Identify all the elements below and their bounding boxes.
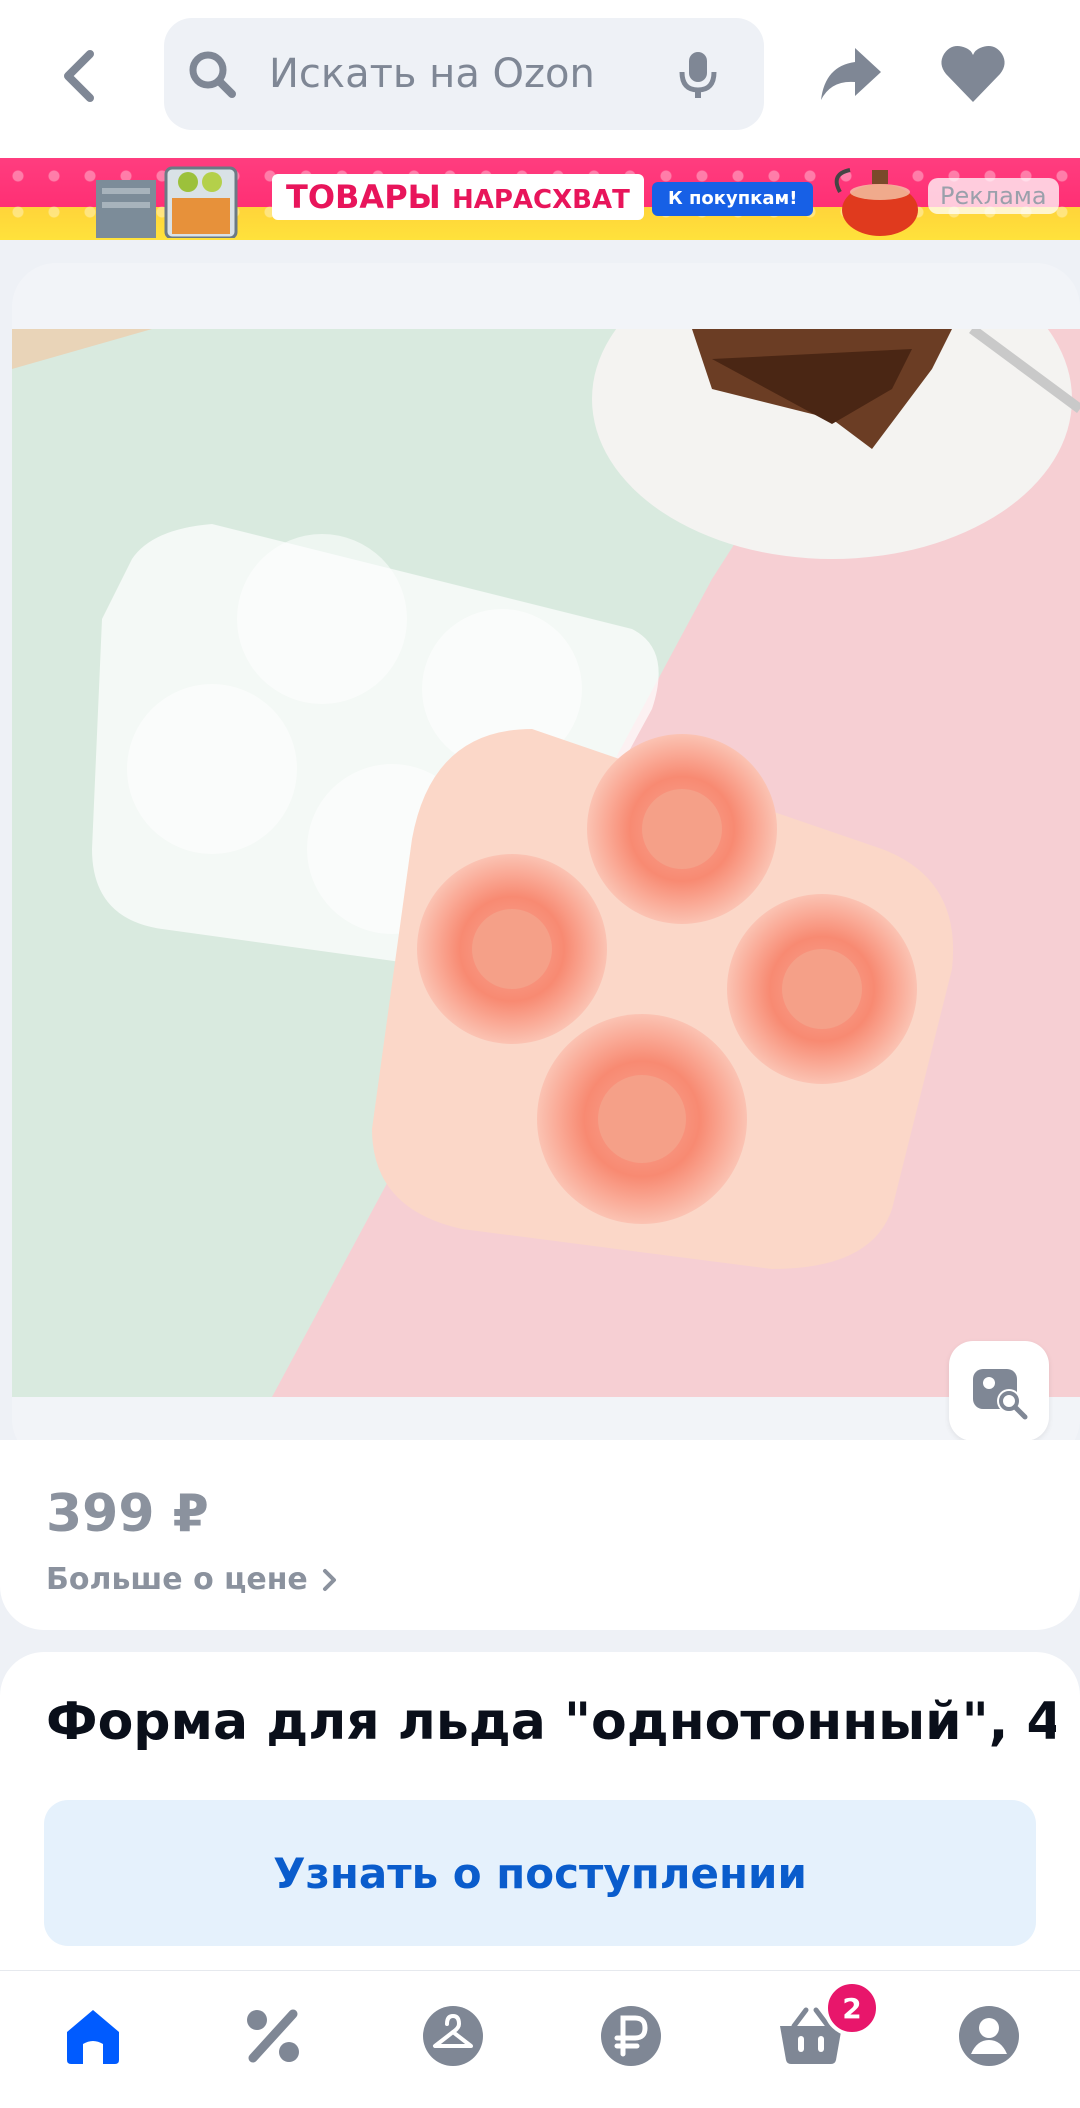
product-gallery[interactable] [12, 263, 1080, 1463]
microphone-icon[interactable] [672, 48, 724, 100]
top-bar: Искать на Ozon [0, 0, 1080, 158]
banner-goods-image [96, 166, 238, 238]
back-arrow-icon [64, 50, 94, 102]
home-icon [67, 2010, 119, 2064]
percent-icon [247, 2009, 299, 2063]
product-price: 399 ₽ [46, 1484, 209, 1544]
ad-banner[interactable]: ТОВАРЫ НАРАСХВАТ К покупкам! Реклама [0, 158, 1080, 240]
banner-title-part2: НАРАСХВАТ [451, 185, 630, 215]
more-about-price-link[interactable]: Больше о цене [46, 1562, 338, 1597]
banner-cta-button[interactable]: К покупкам! [652, 182, 814, 216]
search-icon [189, 51, 236, 98]
tab-home[interactable] [58, 2001, 128, 2071]
tab-discounts[interactable] [238, 2001, 308, 2071]
tab-finance[interactable] [596, 2001, 666, 2071]
bottom-tab-bar [0, 1970, 1080, 2108]
ruble-icon [601, 2006, 661, 2066]
back-button[interactable] [40, 36, 120, 116]
profile-icon [959, 2006, 1019, 2066]
search-input[interactable]: Искать на Ozon [164, 18, 764, 130]
image-search-button[interactable] [949, 1341, 1049, 1441]
more-about-price-label: Больше о цене [46, 1562, 308, 1597]
banner-title: ТОВАРЫ НАРАСХВАТ [272, 174, 644, 220]
hanger-icon [423, 2006, 483, 2066]
tab-fresh[interactable] [418, 2001, 488, 2071]
tab-profile[interactable] [954, 2001, 1024, 2071]
heart-icon[interactable] [938, 40, 1008, 110]
cart-count-badge: 2 [824, 1980, 880, 2036]
notify-availability-button[interactable]: Узнать о поступлении [44, 1800, 1036, 1946]
image-search-icon [973, 1369, 1028, 1420]
banner-title-part1: ТОВАРЫ [286, 178, 441, 216]
share-icon[interactable] [815, 40, 885, 110]
chevron-right-icon [322, 1568, 336, 1591]
ad-label[interactable]: Реклама [928, 178, 1059, 214]
product-title: Форма для льда "однотонный", 4 яч, 1 [46, 1692, 1056, 1752]
product-photo [12, 329, 1080, 1397]
search-placeholder: Искать на Ozon [269, 51, 595, 97]
